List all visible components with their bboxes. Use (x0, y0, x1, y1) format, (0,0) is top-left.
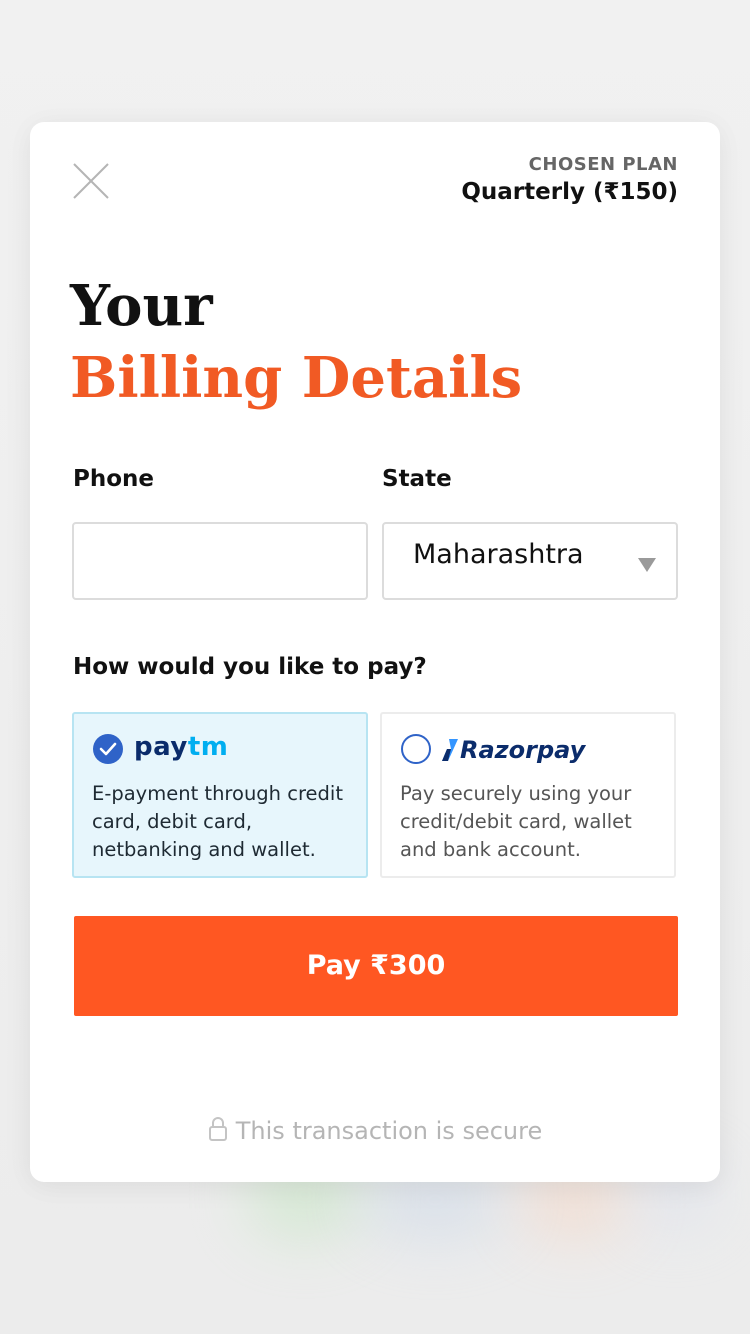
chosen-plan-label: CHOSEN PLAN (528, 154, 678, 175)
payment-option-description: E-payment through credit card, debit car… (92, 782, 343, 861)
chosen-plan: CHOSEN PLAN Quarterly (₹150) (461, 154, 678, 205)
page-title-line1: Your (70, 273, 213, 339)
radio-unselected[interactable] (401, 734, 431, 764)
close-button[interactable] (68, 158, 114, 204)
check-icon (99, 742, 117, 756)
phone-field-wrapper (72, 522, 368, 600)
state-label: State (382, 466, 452, 492)
payment-option-paytm[interactable]: paytm E-payment through credit card, deb… (72, 712, 368, 878)
payment-option-description: Pay securely using your credit/debit car… (400, 782, 632, 861)
razorpay-mark-icon (442, 739, 458, 761)
chosen-plan-value: Quarterly (₹150) (461, 179, 678, 205)
secure-note-text: This transaction is secure (235, 1117, 543, 1145)
razorpay-logo-text: Razorpay (460, 736, 586, 764)
page-title: Your Billing Details (70, 270, 522, 414)
state-selected-value: Maharashtra (413, 539, 584, 570)
payment-option-razorpay[interactable]: Razorpay Pay securely using your credit/… (380, 712, 676, 878)
paytm-logo-part2: tm (187, 732, 229, 762)
phone-label: Phone (73, 466, 155, 492)
radio-selected[interactable] (93, 734, 123, 764)
lock-icon (208, 1117, 227, 1141)
state-select[interactable]: Maharashtra (382, 522, 678, 600)
paytm-logo-part1: pay (134, 732, 188, 762)
close-icon (73, 163, 109, 199)
razorpay-logo: Razorpay (442, 732, 585, 768)
phone-field[interactable] (74, 524, 366, 598)
secure-note: This transaction is secure (30, 1116, 720, 1145)
chevron-down-icon (638, 558, 656, 572)
pay-button[interactable]: Pay ₹300 (74, 916, 678, 1016)
payment-question: How would you like to pay? (73, 654, 427, 680)
billing-modal: CHOSEN PLAN Quarterly (₹150) Your Billin… (30, 122, 720, 1182)
page-title-line2: Billing Details (70, 345, 523, 411)
paytm-logo: paytm (134, 732, 228, 768)
